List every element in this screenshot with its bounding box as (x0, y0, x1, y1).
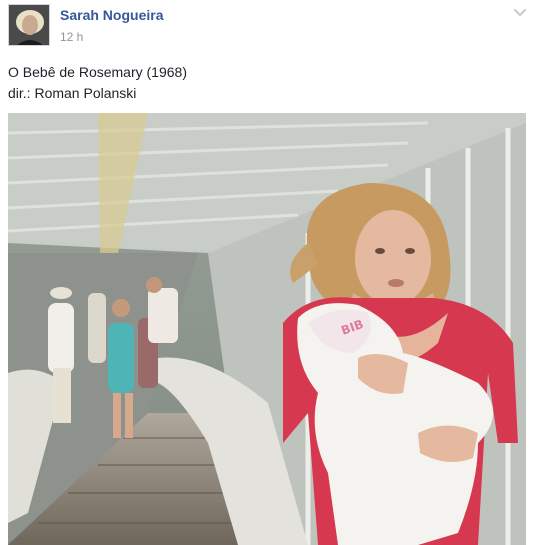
post-text-line: dir.: Roman Polanski (8, 85, 137, 101)
post-author[interactable]: Sarah Nogueira (60, 7, 163, 23)
avatar[interactable] (8, 4, 50, 46)
feed-post: Sarah Nogueira 12 h O Bebê de Rosemary (… (0, 0, 535, 545)
post-photo[interactable]: BIB (8, 113, 526, 545)
post-text: O Bebê de Rosemary (1968) dir.: Roman Po… (8, 62, 518, 104)
post-text-line: O Bebê de Rosemary (1968) (8, 64, 187, 80)
post-timestamp[interactable]: 12 h (60, 30, 83, 44)
chevron-down-icon[interactable] (512, 4, 528, 20)
